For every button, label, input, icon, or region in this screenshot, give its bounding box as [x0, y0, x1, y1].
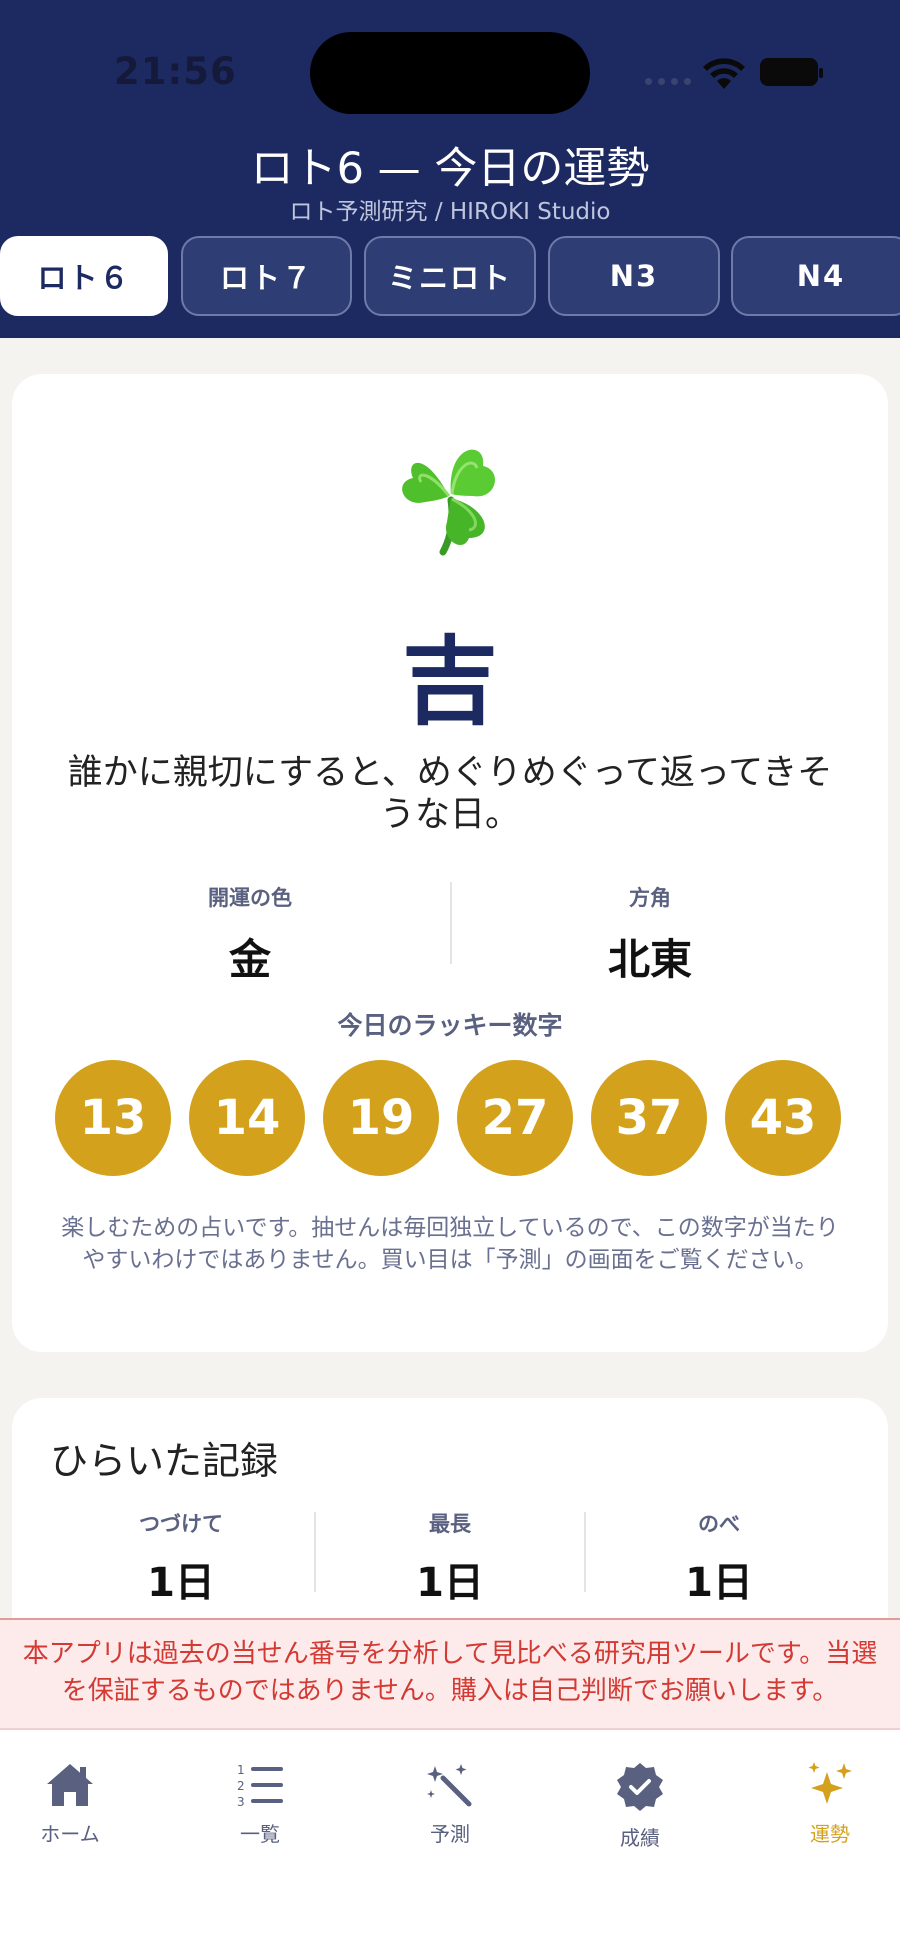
nav-label: 成績 — [620, 1826, 660, 1850]
direction-label: 方角 — [629, 886, 671, 910]
lucky-direction: 方角 北東 — [450, 882, 850, 987]
stat-label: つづけて — [139, 1512, 223, 1536]
stat-label: 最長 — [429, 1512, 471, 1536]
lucky-color: 開運の色 金 — [50, 882, 450, 987]
tab-loto6[interactable]: ロト６ — [0, 236, 168, 316]
lucky-numbers: 13 14 19 27 37 43 — [55, 1060, 855, 1178]
nav-label: 予測 — [430, 1822, 470, 1846]
record-title: ひらいた記録 — [50, 1439, 279, 1483]
stat-label: のべ — [698, 1512, 740, 1536]
nav-results[interactable]: 成績 — [570, 1760, 710, 1851]
lucky-number-ball: 37 — [591, 1060, 707, 1176]
stat-longest: 最長 1日 — [315, 1508, 585, 1608]
tab-miniloto[interactable]: ミニロト — [364, 236, 536, 316]
header: 21:56 ロト6 — 今日の運勢 ロト予測研究 / HIROKI Studio… — [0, 0, 900, 338]
dynamic-island — [310, 32, 590, 114]
nav-list[interactable]: 1 2 3 一覧 — [190, 1760, 330, 1847]
stat-total: のべ 1日 — [584, 1508, 854, 1608]
stat-value: 1日 — [416, 1560, 484, 1606]
nav-label: ホーム — [40, 1822, 100, 1846]
stat-value: 1日 — [147, 1560, 215, 1606]
battery-icon — [760, 58, 823, 86]
magic-wand-icon — [427, 1764, 472, 1807]
fortune-card: 吉 誰かに親切にすると、めぐりめぐって返ってきそうな日。 開運の色 金 方角 北… — [12, 374, 888, 1352]
numbered-list-icon: 1 2 3 — [237, 1763, 283, 1809]
lucky-color-value: 金 — [228, 935, 271, 984]
nav-fortune[interactable]: 運勢 — [760, 1760, 900, 1847]
svg-text:2: 2 — [237, 1779, 245, 1793]
nav-home[interactable]: ホーム — [0, 1760, 140, 1847]
fortune-message: 誰かに親切にすると、めぐりめぐって返ってきそうな日。 — [67, 753, 833, 835]
fortune-note: 楽しむための占いです。抽せんは毎回独立しているので、この数字が当たりやすいわけで… — [61, 1215, 839, 1273]
disclaimer-text: 本アプリは過去の当せん番号を分析して見比べる研究用ツールです。当選を保証するもの… — [22, 1639, 878, 1706]
house-icon — [47, 1764, 93, 1806]
status-time: 21:56 — [114, 50, 237, 93]
tab-n3[interactable]: N3 — [548, 236, 720, 316]
stat-value: 1日 — [685, 1560, 753, 1606]
svg-text:3: 3 — [237, 1795, 245, 1809]
direction-value: 北東 — [607, 935, 692, 984]
lucky-number-ball: 19 — [323, 1060, 439, 1176]
tab-n4[interactable]: N4 — [731, 236, 900, 316]
page-subtitle: ロト予測研究 / HIROKI Studio — [289, 199, 611, 225]
nav-label: 運勢 — [810, 1822, 850, 1846]
fortune-result: 吉 — [402, 626, 498, 738]
sparkles-icon — [808, 1762, 852, 1804]
nav-label: 一覧 — [240, 1822, 280, 1846]
stat-streak: つづけて 1日 — [46, 1508, 316, 1608]
lucky-number-ball: 27 — [457, 1060, 573, 1176]
wifi-icon — [703, 58, 745, 89]
screen: 21:56 ロト6 — 今日の運勢 ロト予測研究 / HIROKI Studio… — [0, 0, 900, 1957]
lucky-number-ball: 14 — [189, 1060, 305, 1176]
nav-predict[interactable]: 予測 — [380, 1760, 520, 1847]
svg-text:1: 1 — [237, 1763, 245, 1777]
clover-icon — [12, 430, 888, 560]
lucky-numbers-title: 今日のラッキー数字 — [337, 1011, 563, 1040]
lucky-number-ball: 13 — [55, 1060, 171, 1176]
lucky-number-ball: 43 — [725, 1060, 841, 1176]
disclaimer-banner: 本アプリは過去の当せん番号を分析して見比べる研究用ツールです。当選を保証するもの… — [0, 1618, 900, 1730]
page-title: ロト6 — 今日の運勢 — [250, 144, 650, 194]
bottom-tab-bar: ホーム 1 2 3 一覧 予測 成績 運勢 — [0, 1730, 900, 1957]
verified-badge-icon — [617, 1763, 663, 1811]
lottery-tabs: ロト６ ロト７ ミニロト N3 N4 — [0, 236, 900, 318]
tab-loto7[interactable]: ロト７ — [181, 236, 352, 316]
cellular-signal-icon — [645, 78, 691, 85]
lucky-color-label: 開運の色 — [208, 886, 292, 910]
